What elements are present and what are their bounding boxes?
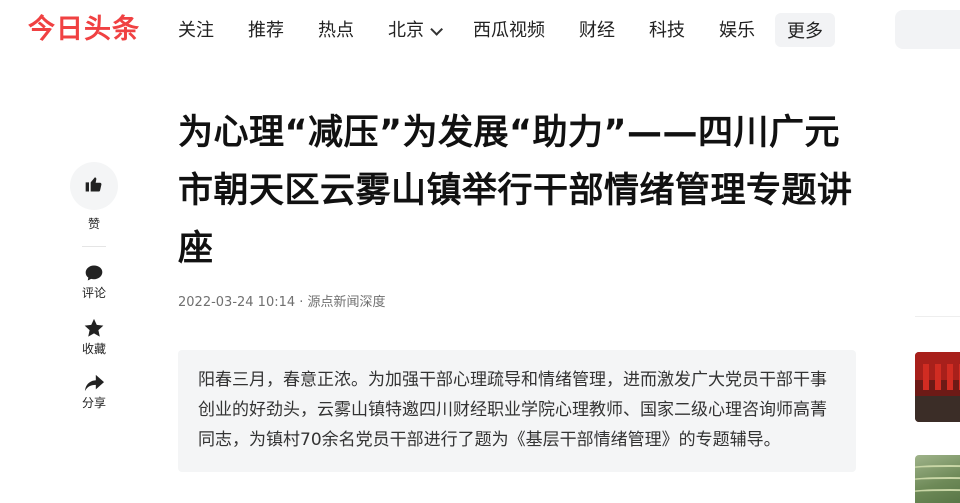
article-title: 为心理“减压”为发展“助力”——四川广元市朝天区云雾山镇举行干部情绪管理专题讲座	[178, 113, 853, 269]
thumbnail-flag	[923, 364, 929, 390]
right-column-divider	[915, 316, 960, 317]
article-meta: 2022-03-24 10:14 · 源点新闻深度	[178, 295, 386, 310]
top-nav-bar: 今日头条 关注 推荐 热点 北京 西瓜视频 财经 科技 娱乐 更多	[0, 0, 960, 62]
related-article-thumbnail[interactable]	[915, 352, 960, 422]
nav-item-follow[interactable]: 关注	[178, 19, 214, 43]
more-button[interactable]: 更多	[775, 13, 835, 47]
share-arrow-icon	[83, 373, 105, 395]
toutiao-logo[interactable]: 今日头条	[28, 14, 140, 46]
rail-divider	[82, 246, 106, 247]
search-input[interactable]	[895, 10, 960, 49]
star-icon	[83, 317, 105, 341]
article-summary: 阳春三月，春意正浓。为加强干部心理疏导和情绪管理，进而激发广大党员干部干事创业的…	[178, 350, 856, 472]
like-label: 赞	[87, 217, 100, 231]
comment-label: 评论	[81, 286, 106, 300]
article-action-rail: 赞 评论 收藏 分享	[70, 162, 118, 427]
nav-item-recommend[interactable]: 推荐	[248, 19, 284, 43]
share-label: 分享	[81, 396, 106, 410]
collect-label: 收藏	[81, 342, 106, 356]
thumbnail-terrace	[915, 489, 960, 497]
chevron-down-icon	[430, 22, 443, 36]
thumbnail-flag	[935, 364, 941, 390]
nav-item-city[interactable]: 北京	[388, 19, 443, 43]
collect-button[interactable]: 收藏	[70, 317, 118, 357]
thumbs-up-icon	[84, 174, 104, 198]
thumbnail-desk	[915, 396, 960, 422]
thumbnail-flag	[947, 364, 953, 390]
related-article-thumbnail[interactable]	[915, 455, 960, 503]
nav-item-entertainment[interactable]: 娱乐	[719, 19, 755, 43]
comment-icon	[84, 263, 104, 285]
thumbnail-terrace	[915, 477, 960, 485]
thumbnail-terrace	[915, 465, 960, 473]
nav-item-city-label: 北京	[388, 20, 424, 41]
nav-item-hot[interactable]: 热点	[318, 19, 354, 43]
comment-button[interactable]: 评论	[70, 263, 118, 301]
like-button[interactable]	[70, 162, 118, 210]
nav-item-xigua-video[interactable]: 西瓜视频	[473, 19, 545, 43]
channel-nav: 关注 推荐 热点 北京 西瓜视频 财经 科技 娱乐	[178, 0, 789, 62]
article-body: 为心理“减压”为发展“助力”——四川广元市朝天区云雾山镇举行干部情绪管理专题讲座…	[178, 104, 856, 472]
nav-item-tech[interactable]: 科技	[649, 19, 685, 43]
nav-item-finance[interactable]: 财经	[579, 19, 615, 43]
share-button[interactable]: 分享	[70, 373, 118, 411]
